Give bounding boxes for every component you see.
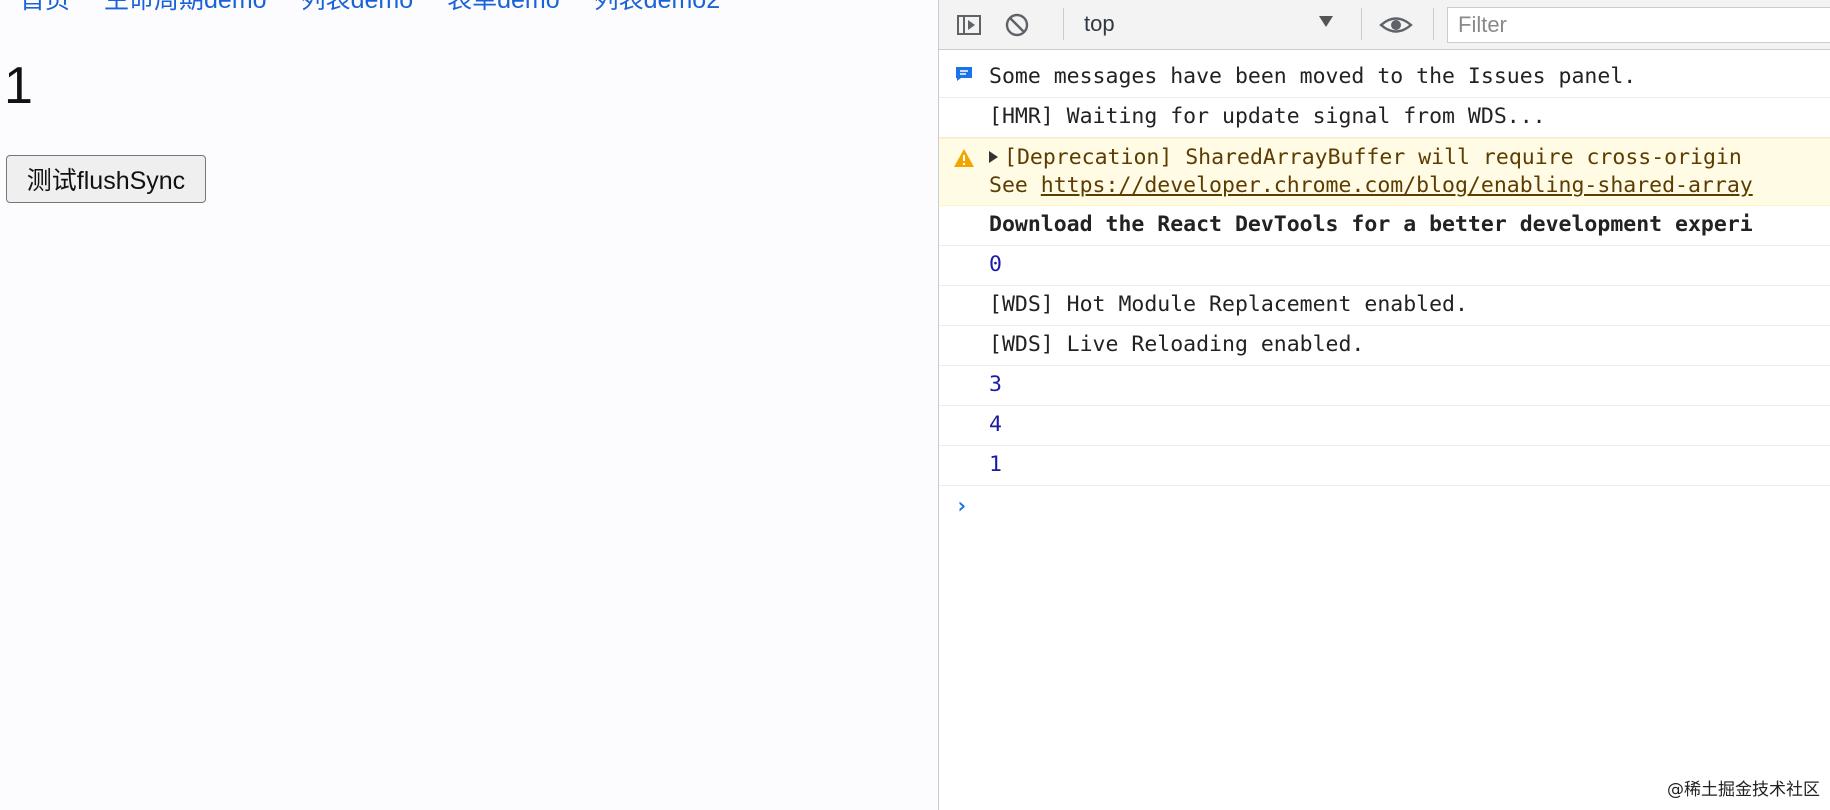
- console-number-value: 3: [989, 372, 1002, 397]
- toolbar-divider: [1063, 8, 1064, 40]
- chevron-down-icon[interactable]: [1319, 16, 1333, 27]
- console-warning-link-line: See https://developer.chrome.com/blog/en…: [989, 173, 1753, 199]
- devtools-console-panel: top Some messages have been moved to the…: [938, 0, 1830, 810]
- nav-link-form-demo[interactable]: 表单demo: [447, 0, 560, 13]
- counter-value: 1: [4, 57, 33, 115]
- watermark: @稀土掘金技术社区: [1667, 780, 1820, 800]
- console-message: Download the React DevTools for a better…: [939, 206, 1830, 246]
- console-message-text: [HMR] Waiting for update signal from WDS…: [989, 104, 1546, 129]
- nav-link-home[interactable]: 首页: [20, 0, 70, 13]
- console-message-text: Some messages have been moved to the Iss…: [989, 64, 1637, 89]
- console-warning[interactable]: [Deprecation] SharedArrayBuffer will req…: [939, 138, 1830, 206]
- filter-input[interactable]: [1447, 7, 1830, 43]
- warning-message: [Deprecation] SharedArrayBuffer will req…: [1004, 145, 1742, 170]
- console-message-number: 3: [939, 366, 1830, 406]
- console-message-issues: Some messages have been moved to the Iss…: [939, 50, 1830, 98]
- nav-link-list-demo2[interactable]: 列表demo2: [594, 0, 720, 13]
- console-message-text: [WDS] Live Reloading enabled.: [989, 332, 1365, 357]
- console-toolbar: top: [939, 0, 1830, 50]
- console-number-value: 1: [989, 452, 1002, 477]
- flush-sync-button[interactable]: 测试flushSync: [6, 155, 206, 203]
- eye-icon[interactable]: [1379, 11, 1413, 39]
- console-number-value: 4: [989, 412, 1002, 437]
- console-message-number: 4: [939, 406, 1830, 446]
- nav-bar: 首页 生命周期demo 列表demo 表单demo 列表demo2: [20, 0, 720, 13]
- clear-console-icon[interactable]: [1003, 11, 1031, 39]
- expand-triangle-icon[interactable]: [989, 151, 998, 163]
- console-message: [HMR] Waiting for update signal from WDS…: [939, 98, 1830, 138]
- issues-icon: [956, 67, 972, 81]
- nav-link-lifecycle-demo[interactable]: 生命周期demo: [104, 0, 267, 13]
- console-warning-text: [Deprecation] SharedArrayBuffer will req…: [989, 145, 1742, 171]
- warning-icon: [954, 149, 974, 167]
- console-message-number: 1: [939, 446, 1830, 486]
- console-messages: Some messages have been moved to the Iss…: [939, 50, 1830, 526]
- toolbar-divider: [1361, 8, 1362, 40]
- screen: 首页 生命周期demo 列表demo 表单demo 列表demo2 1 测试fl…: [0, 0, 1830, 810]
- console-message-text: [WDS] Hot Module Replacement enabled.: [989, 292, 1468, 317]
- app-viewport: 首页 生命周期demo 列表demo 表单demo 列表demo2 1 测试fl…: [0, 0, 938, 810]
- console-message: [WDS] Live Reloading enabled.: [939, 326, 1830, 366]
- toolbar-divider: [1433, 8, 1434, 40]
- nav-link-list-demo[interactable]: 列表demo: [301, 0, 414, 13]
- warning-see-prefix: See: [989, 173, 1041, 198]
- console-prompt[interactable]: ›: [939, 486, 1830, 526]
- prompt-chevron-icon: ›: [955, 494, 969, 519]
- context-selector[interactable]: top: [1084, 8, 1284, 40]
- console-message: [WDS] Hot Module Replacement enabled.: [939, 286, 1830, 326]
- warning-link[interactable]: https://developer.chrome.com/blog/enabli…: [1041, 173, 1753, 198]
- sidebar-toggle-icon[interactable]: [955, 11, 983, 39]
- console-number-value: 0: [989, 252, 1002, 277]
- console-message-number: 0: [939, 246, 1830, 286]
- console-message-text: Download the React DevTools for a better…: [989, 212, 1753, 237]
